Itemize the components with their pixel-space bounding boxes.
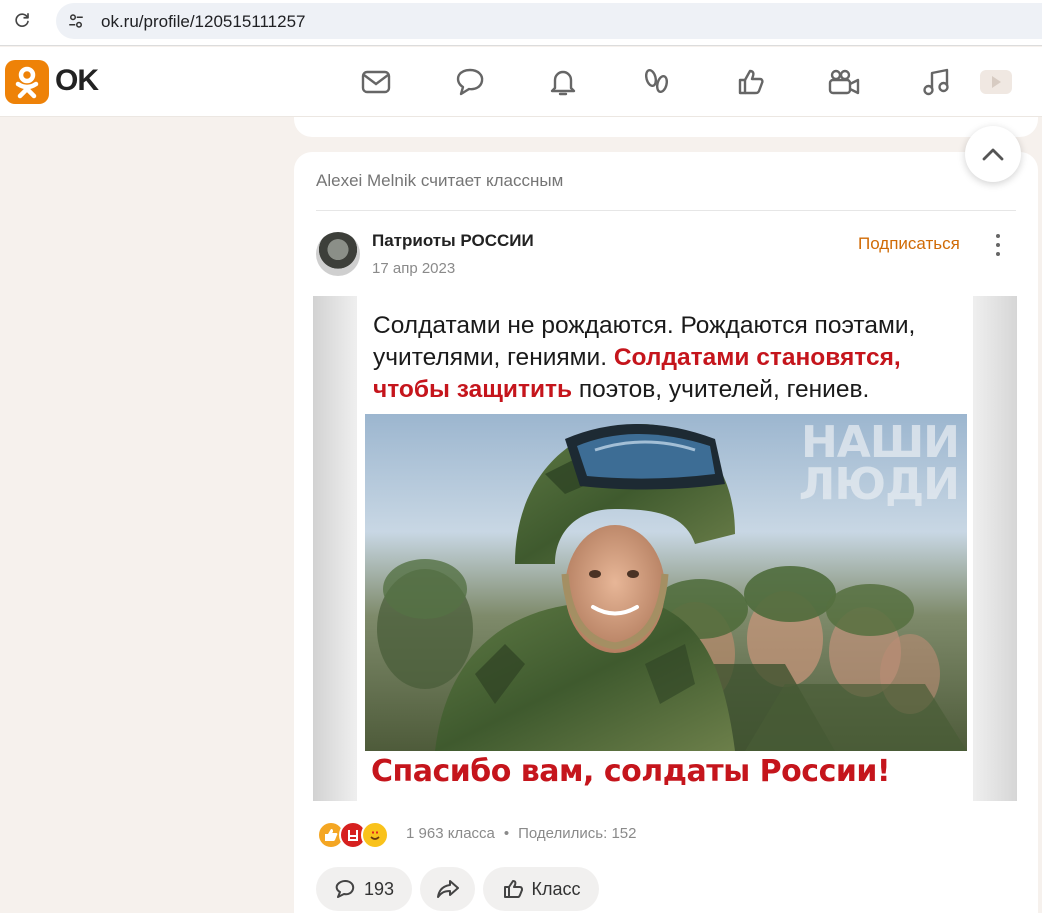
class-button[interactable]: Класс <box>483 867 599 911</box>
chat-icon[interactable] <box>453 65 487 99</box>
divider <box>316 210 1016 211</box>
caption-part2: поэтов, учителей, гениев. <box>572 376 870 403</box>
post-image[interactable]: Солдатами не рождаются. Рождаются поэтам… <box>313 296 1017 801</box>
activity-text: Alexei Melnik считает классным <box>316 171 564 190</box>
comments-count: 193 <box>363 878 395 899</box>
bell-icon[interactable] <box>546 65 580 99</box>
site-settings-icon[interactable] <box>66 11 86 31</box>
post-stats: 1 963 класса • Поделились: 152 <box>406 825 636 842</box>
brand-wordmark[interactable]: OK <box>55 64 99 98</box>
image-caption: Солдатами не рождаются. Рождаются поэтам… <box>373 310 973 406</box>
stats-separator: • <box>503 825 510 842</box>
likes-icon[interactable] <box>734 65 768 99</box>
post-date[interactable]: 17 апр 2023 <box>372 260 455 277</box>
address-bar[interactable]: ok.ru/profile/120515111257 <box>56 3 1042 39</box>
scroll-to-top-button[interactable] <box>965 126 1021 182</box>
url-text[interactable]: ok.ru/profile/120515111257 <box>101 12 305 32</box>
photo-watermark: НАШИ ЛЮДИ <box>799 421 960 507</box>
subscribe-button[interactable]: Подписаться <box>858 234 960 254</box>
reactions-summary[interactable] <box>317 820 389 850</box>
watermark-line2: ЛЮДИ <box>798 459 960 510</box>
music-icon[interactable] <box>920 65 954 99</box>
comment-icon <box>335 880 355 898</box>
post-image-content: Солдатами не рождаются. Рождаются поэтам… <box>357 296 973 801</box>
share-icon <box>436 880 459 898</box>
thumbs-up-icon <box>503 880 523 898</box>
comments-button[interactable]: 193 <box>316 867 412 911</box>
group-avatar[interactable] <box>316 232 360 276</box>
video-icon[interactable] <box>827 65 861 99</box>
shares-count[interactable]: Поделились: 152 <box>518 825 636 842</box>
mail-icon[interactable] <box>359 65 393 99</box>
previous-post-card <box>294 117 1038 137</box>
soldiers-photo: НАШИ ЛЮДИ <box>365 414 967 751</box>
class-label: Класс <box>531 878 581 899</box>
site-header: OK <box>0 47 1042 117</box>
ok-logo-icon[interactable] <box>5 60 49 104</box>
group-name-link[interactable]: Патриоты РОССИИ <box>372 231 534 251</box>
video-play-icon[interactable] <box>977 65 1013 99</box>
share-button[interactable] <box>420 867 475 911</box>
browser-toolbar: ok.ru/profile/120515111257 <box>0 0 1042 46</box>
reload-icon[interactable] <box>11 9 33 31</box>
chevron-up-icon <box>982 148 1004 161</box>
love-reaction-icon <box>361 821 389 849</box>
more-options-icon[interactable] <box>990 232 1006 258</box>
classes-count[interactable]: 1 963 класса <box>406 825 495 842</box>
image-slogan: Спасибо вам, солдаты России! <box>371 754 891 789</box>
guests-icon[interactable] <box>640 65 674 99</box>
